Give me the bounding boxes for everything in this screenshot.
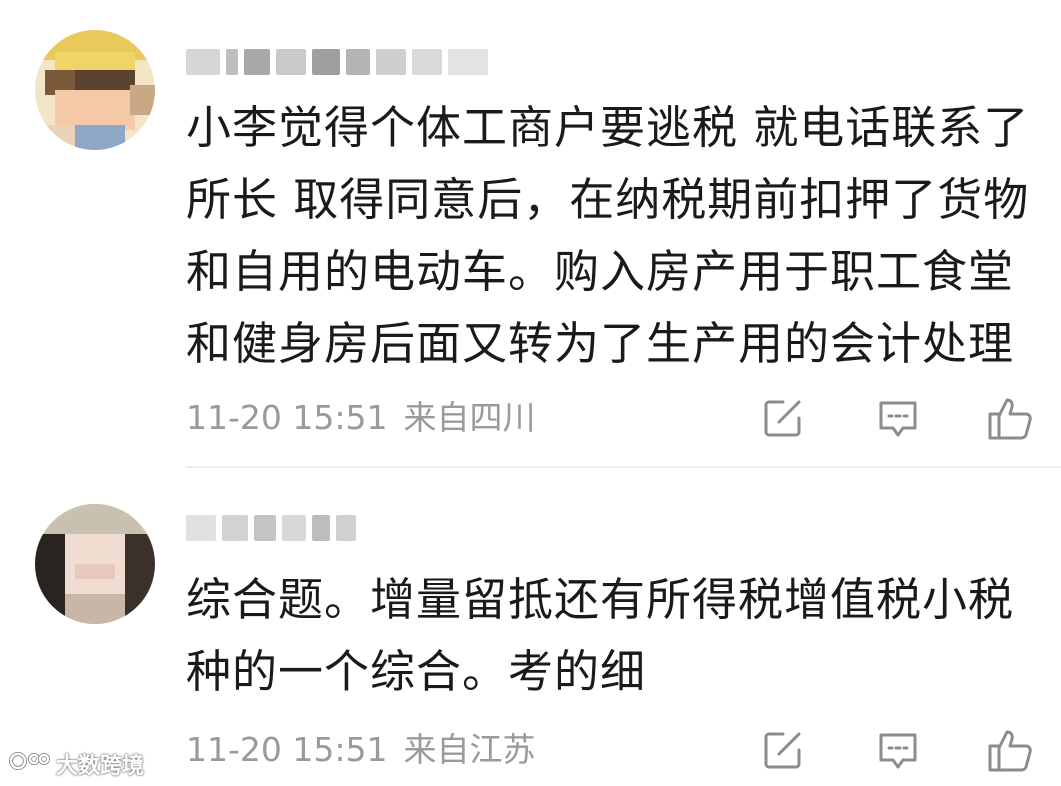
edit-share-icon[interactable]: [758, 393, 808, 443]
watermark: 大数跨境: [8, 748, 144, 780]
comment-icon[interactable]: [873, 393, 923, 443]
comment-item: 综合题。增量留抵还有所得税增值税小税种的一个综合。考的细 11-20 15:51…: [0, 468, 1061, 786]
username-blurred[interactable]: [186, 42, 488, 82]
comment-text: 综合题。增量留抵还有所得税增值税小税种的一个综合。考的细: [186, 573, 1015, 698]
watermark-logo-icon: [8, 750, 52, 778]
comment-text: 小李觉得个体工商户要逃税 就电话联系了所长 取得同意后，在纳税期前扣押了货物和自…: [186, 101, 1030, 370]
comment-icon[interactable]: [873, 725, 923, 775]
comment-item: 小李觉得个体工商户要逃税 就电话联系了所长 取得同意后，在纳税期前扣押了货物和自…: [0, 0, 1061, 468]
edit-share-icon[interactable]: [758, 725, 808, 775]
watermark-text: 大数跨境: [56, 754, 145, 779]
thumbs-up-icon[interactable]: [985, 393, 1035, 443]
comment-actions: [0, 725, 1061, 775]
avatar[interactable]: [35, 30, 155, 150]
avatar[interactable]: [35, 504, 155, 624]
thumbs-up-icon[interactable]: [985, 725, 1035, 775]
comment-actions: [0, 393, 1061, 443]
username-blurred[interactable]: [186, 508, 356, 548]
